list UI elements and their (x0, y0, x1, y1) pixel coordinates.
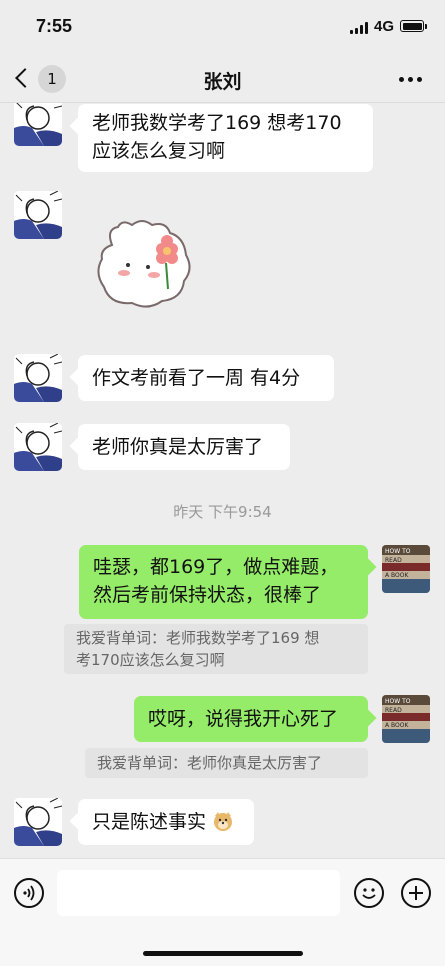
plus-icon (409, 886, 423, 900)
home-indicator (143, 951, 303, 956)
user-avatar[interactable]: HOW TO READ A BOOK (382, 695, 430, 743)
message-bubble[interactable]: 老师我数学考了169 想考170 应该怎么复习啊 (78, 104, 373, 172)
book-title-line1: HOW TO (385, 698, 411, 705)
quoted-message[interactable]: 我爱背单词：老师我数学考了169 想 考170应该怎么复习啊 (64, 624, 368, 674)
message-list[interactable]: 老师我数学考了169 想考170 应该怎么复习啊 作文考前看了一周 有4分 老师… (0, 103, 445, 858)
message-input[interactable] (57, 870, 340, 916)
emoji-icon (362, 888, 376, 899)
emoji-button[interactable] (354, 878, 384, 908)
chat-title: 张刘 (203, 71, 242, 93)
message-bubble[interactable]: 老师你真是太厉害了 (78, 424, 290, 470)
timestamp: 昨天 下午9:54 (173, 503, 272, 521)
message-bubble[interactable]: 哇瑟，都169了，做点难题， 然后考前保持状态，很棒了 (79, 545, 368, 619)
signal-icon (350, 22, 370, 34)
message-text: 作文考前看了一周 有4分 (92, 367, 301, 389)
quote-text: 我爱背单词：老师你真是太厉害了 (97, 754, 323, 772)
status-bar: 7:55 4G (0, 0, 445, 56)
contact-avatar[interactable] (14, 191, 62, 239)
contact-avatar[interactable] (14, 423, 62, 471)
book-title-line2: READ (385, 707, 402, 714)
voice-icon (23, 885, 35, 901)
message-text: 哎呀，说得我开心死了 (148, 708, 339, 730)
book-title-line3: A BOOK (385, 572, 409, 579)
quoted-message[interactable]: 我爱背单词：老师你真是太厉害了 (85, 748, 368, 778)
message-text: 只是陈述事实 (92, 811, 207, 833)
more-button[interactable] (394, 68, 428, 92)
bunny-flower-sticker[interactable] (92, 215, 204, 315)
add-button[interactable] (401, 878, 431, 908)
contact-avatar[interactable] (14, 798, 62, 846)
input-bar (0, 858, 445, 966)
message-text: 应该怎么复习啊 (92, 140, 226, 162)
message-text: 哇瑟，都169了，做点难题， (93, 556, 339, 578)
contact-avatar[interactable] (14, 354, 62, 402)
quote-text: 我爱背单词：老师我数学考了169 想 (76, 629, 320, 647)
message-bubble[interactable]: 作文考前看了一周 有4分 (78, 355, 334, 401)
book-title-line1: HOW TO (385, 548, 411, 555)
book-title-line2: READ (385, 557, 402, 564)
message-bubble[interactable]: 哎呀，说得我开心死了 (134, 696, 368, 742)
message-text: 老师你真是太厉害了 (92, 436, 264, 458)
more-dots-icon (399, 77, 404, 82)
message-text: 老师我数学考了169 想考170 (92, 112, 342, 134)
book-title-line3: A BOOK (385, 722, 409, 729)
quote-text: 考170应该怎么复习啊 (76, 651, 225, 669)
user-avatar[interactable]: HOW TO READ A BOOK (382, 545, 430, 593)
network-type: 4G (374, 18, 395, 35)
status-time: 7:55 (36, 16, 73, 36)
doge-emoji (212, 810, 234, 832)
contact-avatar[interactable] (14, 103, 62, 146)
voice-button[interactable] (14, 878, 44, 908)
message-text: 然后考前保持状态，很棒了 (93, 584, 322, 606)
message-bubble[interactable]: 只是陈述事实 (78, 799, 254, 845)
battery-icon (400, 20, 427, 32)
chat-header: 1 张刘 (0, 56, 445, 103)
